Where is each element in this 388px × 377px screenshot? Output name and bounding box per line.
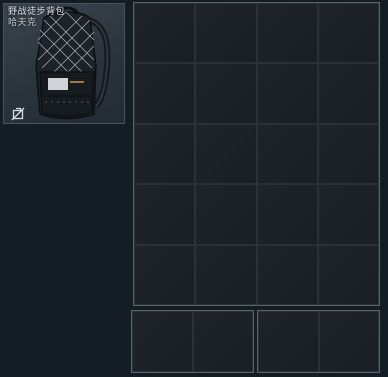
backpack-image: [35, 6, 111, 120]
inventory-slot[interactable]: [317, 63, 379, 124]
backpack-side-pocket-left: [131, 310, 254, 373]
item-name: 野战徒步背包: [8, 7, 66, 17]
inventory-slot[interactable]: [317, 244, 379, 305]
backpack-main-grid: [133, 2, 380, 306]
inventory-slot[interactable]: [256, 184, 318, 245]
inventory-slot[interactable]: [195, 244, 257, 305]
inventory-slot[interactable]: [195, 123, 257, 185]
item-subtitle: 哈夫克: [8, 18, 37, 28]
inventory-slot[interactable]: [256, 244, 318, 305]
inventory-slot[interactable]: [134, 63, 196, 124]
inventory-slot[interactable]: [192, 311, 253, 372]
inventory-slot[interactable]: [134, 3, 196, 64]
inventory-slot[interactable]: [258, 311, 319, 372]
no-rotate-icon: [11, 107, 25, 121]
inventory-slot[interactable]: [317, 184, 379, 245]
backpack-side-pocket-right: [257, 310, 380, 373]
inventory-slot[interactable]: [195, 3, 257, 64]
inventory-slot[interactable]: [134, 244, 196, 305]
inventory-slot[interactable]: [317, 3, 379, 64]
inventory-slot[interactable]: [195, 63, 257, 124]
inventory-slot[interactable]: [256, 123, 318, 185]
inventory-slot[interactable]: [256, 63, 318, 124]
inventory-slot[interactable]: [134, 123, 196, 185]
inventory-slot[interactable]: [132, 311, 193, 372]
inventory-slot[interactable]: [195, 184, 257, 245]
inventory-slot[interactable]: [256, 3, 318, 64]
inventory-slot[interactable]: [134, 184, 196, 245]
inventory-slot[interactable]: [317, 123, 379, 185]
equipped-backpack-slot[interactable]: 野战徒步背包 哈夫克: [3, 3, 125, 124]
inventory-slot[interactable]: [318, 311, 379, 372]
